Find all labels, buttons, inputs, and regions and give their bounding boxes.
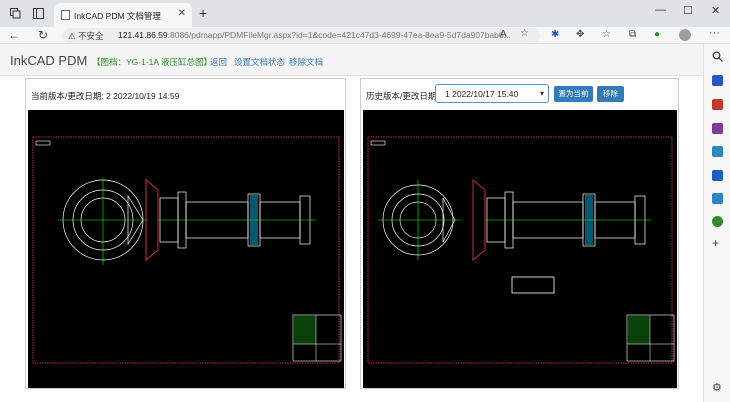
browser-sidebar: + ⚙ [703, 44, 730, 402]
workspaces-icon[interactable] [10, 8, 21, 19]
favorite-star-icon[interactable]: ☆ [520, 28, 529, 39]
remove-version-button[interactable]: 移除 [597, 86, 624, 102]
set-document-status-link[interactable]: 设置文档状态 [234, 56, 285, 68]
history-version-select[interactable]: 1 2022/10/17 15:40 ▾ [435, 84, 549, 103]
tools-icon[interactable] [712, 99, 723, 110]
drawing-title: 【图档：YG-1-1A 液压缸总图】 [92, 57, 212, 67]
remove-document-link[interactable]: 移除文档 [289, 56, 323, 68]
favorites-icon[interactable]: ☆ [602, 29, 611, 40]
maximize-button[interactable]: ☐ [683, 4, 693, 17]
new-tab-button[interactable]: + [199, 5, 207, 21]
back-link[interactable]: 返回 [210, 56, 227, 68]
history-version-label: 历史版本/更改日期: [366, 91, 439, 101]
refresh-icon[interactable]: ↻ [38, 28, 48, 42]
shopping-tag-icon[interactable] [712, 75, 723, 86]
app-brand: InkCAD PDM [10, 53, 88, 68]
current-version-header: 当前版本/更改日期: 2 2022/10/19 14:59 [26, 79, 345, 110]
send-icon[interactable] [712, 193, 723, 204]
browser-tab-bar: InkCAD PDM 文档管理 ✕ + — ☐ ✕ [0, 0, 730, 27]
page-header: InkCAD PDM 【图档：YG-1-1A 液压缸总图】 返回 设置文档状态 … [0, 44, 703, 76]
microsoft-365-icon[interactable] [712, 146, 723, 157]
extensions-puzzle-icon[interactable]: ✥ [576, 29, 584, 40]
not-secure-badge[interactable]: ⚠ 不安全 [68, 30, 103, 42]
profile-avatar[interactable] [679, 29, 691, 41]
history-version-drawing[interactable] [363, 110, 677, 388]
tree-icon[interactable] [712, 216, 723, 227]
current-version-drawing[interactable] [28, 110, 344, 388]
chevron-down-icon: ▾ [539, 89, 544, 98]
set-as-current-button[interactable]: 置为当前 [554, 86, 593, 102]
search-icon[interactable] [712, 51, 723, 62]
tab-actions-icon[interactable] [33, 8, 44, 19]
address-bar-row: ← ↻ ⚠ 不安全 121.41.86.59:8086/pdmapp/PDMFi… [0, 27, 730, 44]
extension-icon[interactable]: ✱ [551, 29, 559, 40]
history-version-panel: 历史版本/更改日期: 1 2022/10/17 15:40 ▾ 置为当前 移除 [360, 78, 679, 389]
selected-version-value: 1 2022/10/17 15:40 [445, 89, 519, 99]
current-version-label: 当前版本/更改日期: 2 2022/10/19 14:59 [31, 91, 180, 101]
browser-tab-active[interactable]: InkCAD PDM 文档管理 ✕ [54, 3, 192, 27]
browser-essentials-icon[interactable]: ● [654, 29, 660, 40]
page-icon [61, 10, 70, 20]
current-version-panel: 当前版本/更改日期: 2 2022/10/19 14:59 [25, 78, 346, 389]
tab-title: InkCAD PDM 文档管理 [74, 11, 161, 21]
back-arrow-icon[interactable]: ← [8, 28, 20, 42]
page-content: InkCAD PDM 【图档：YG-1-1A 液压缸总图】 返回 设置文档状态 … [0, 44, 703, 402]
address-bar[interactable]: ⚠ 不安全 121.41.86.59:8086/pdmapp/PDMFileMg… [62, 28, 540, 43]
close-tab-icon[interactable]: ✕ [178, 8, 186, 19]
more-menu-icon[interactable]: ··· [709, 27, 720, 39]
add-sidebar-app-icon[interactable]: + [712, 237, 723, 249]
settings-gear-icon[interactable]: ⚙ [712, 383, 723, 394]
outlook-icon[interactable] [712, 170, 723, 181]
collections-icon[interactable]: ⧉ [629, 29, 636, 40]
close-window-button[interactable]: ✕ [711, 4, 720, 17]
minimize-button[interactable]: — [655, 4, 666, 16]
url-text[interactable]: 121.41.86.59:8086/pdmapp/PDMFileMgr.aspx… [118, 30, 511, 40]
read-aloud-icon[interactable]: A [500, 29, 507, 40]
games-icon[interactable] [712, 123, 723, 134]
history-version-header: 历史版本/更改日期: 1 2022/10/17 15:40 ▾ 置为当前 移除 [361, 79, 678, 110]
